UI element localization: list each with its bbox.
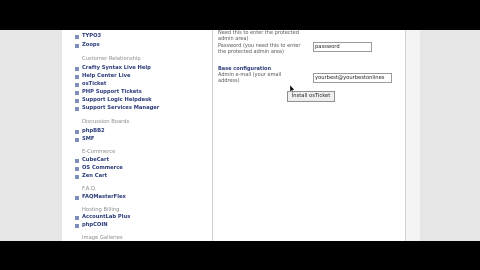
password-label-line2: the protected admin area) bbox=[218, 49, 284, 55]
letterbox-top bbox=[0, 0, 480, 30]
script-icon bbox=[75, 107, 79, 111]
nav-item-php-support-tickets[interactable]: PHP Support Tickets bbox=[82, 89, 142, 96]
script-icon bbox=[75, 224, 79, 228]
nav-item-faqmasterflex[interactable]: FAQMasterFlex bbox=[82, 194, 126, 201]
admin-email-field[interactable]: yourbest@yourbestonlines bbox=[313, 73, 392, 83]
script-icon bbox=[75, 130, 79, 134]
nav-item-smf[interactable]: SMF bbox=[82, 136, 94, 143]
nav-item-zoops[interactable]: Zoops bbox=[82, 42, 100, 49]
category-discussion-boards: Discussion Boards bbox=[82, 119, 130, 125]
category-customer-relationship: Customer Relationship bbox=[82, 56, 141, 62]
nav-item-help-center-live[interactable]: Help Center Live bbox=[82, 73, 131, 80]
script-icon bbox=[75, 216, 79, 220]
nav-item-support-logic[interactable]: Support Logic Helpdesk bbox=[82, 97, 152, 104]
script-icon bbox=[75, 138, 79, 142]
nav-item-os-commerce[interactable]: OS Commerce bbox=[82, 165, 123, 172]
script-icon bbox=[75, 196, 79, 200]
page-margin-left bbox=[0, 30, 62, 241]
script-icon bbox=[75, 44, 79, 48]
nav-item-crafty-syntax[interactable]: Crafty Syntax Live Help bbox=[82, 65, 151, 72]
script-icon bbox=[75, 67, 79, 71]
nav-item-cubecart[interactable]: CubeCart bbox=[82, 157, 109, 164]
letterbox-bottom bbox=[0, 241, 480, 270]
nav-item-accountlab-plus[interactable]: AccountLab Plus bbox=[82, 214, 130, 221]
script-icon bbox=[75, 35, 79, 39]
nav-item-phpbb2[interactable]: phpBB2 bbox=[82, 128, 105, 135]
admin-area-label: admin area) bbox=[218, 36, 249, 42]
nav-item-support-services-manager[interactable]: Support Services Manager bbox=[82, 105, 159, 112]
install-form-panel bbox=[213, 30, 405, 241]
page-margin-right bbox=[419, 30, 480, 241]
script-icon bbox=[75, 167, 79, 171]
admin-email-label-line2: address) bbox=[218, 78, 240, 84]
script-icon bbox=[75, 159, 79, 163]
right-edge-column bbox=[405, 30, 420, 241]
mouse-pointer-icon bbox=[290, 85, 295, 93]
nav-item-phpcoin[interactable]: phpCOIN bbox=[82, 222, 108, 229]
script-icon bbox=[75, 91, 79, 95]
nav-item-osticket[interactable]: osTicket bbox=[82, 81, 106, 88]
category-faq: F.A.Q. bbox=[82, 186, 97, 192]
script-icon bbox=[75, 99, 79, 103]
category-hosting-billing: Hosting Billing bbox=[82, 207, 120, 213]
password-field[interactable]: password bbox=[313, 42, 372, 52]
category-e-commerce: E-Commerce bbox=[82, 149, 116, 155]
nav-item-zen-cart[interactable]: Zen Cart bbox=[82, 173, 107, 180]
script-icon bbox=[75, 83, 79, 87]
script-icon bbox=[75, 175, 79, 179]
nav-item-typo3[interactable]: TYPO3 bbox=[82, 33, 101, 40]
script-icon bbox=[75, 75, 79, 79]
